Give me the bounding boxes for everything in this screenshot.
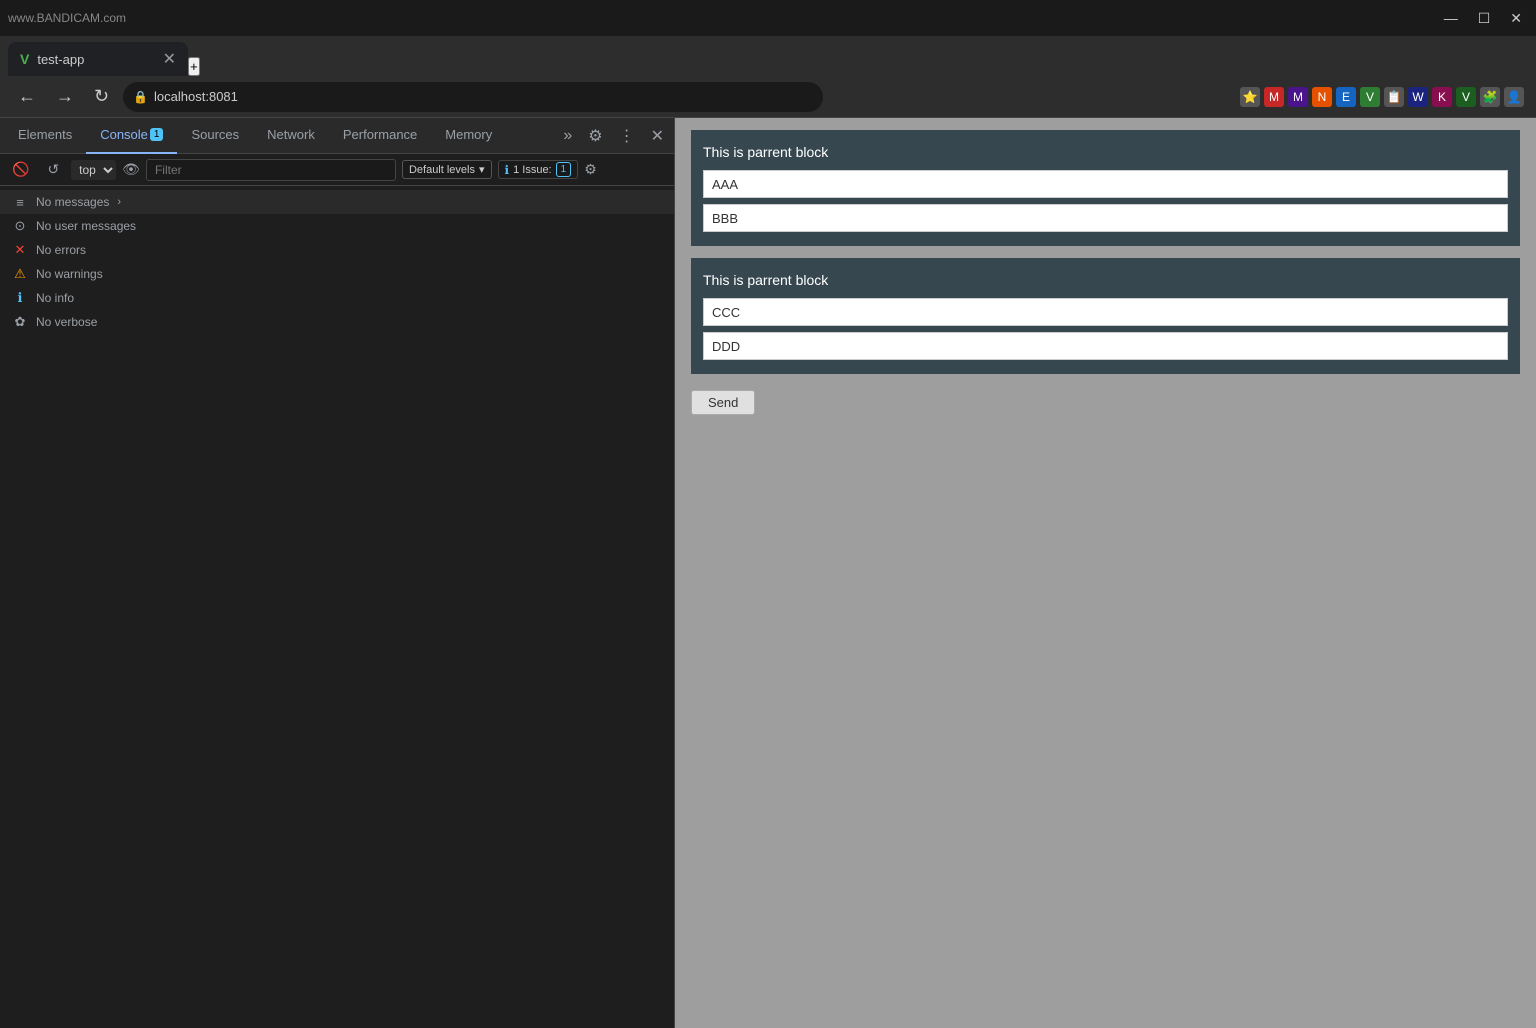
tab-elements[interactable]: Elements (4, 118, 86, 154)
list-item-no-user-messages[interactable]: ⊙ No user messages (0, 214, 674, 238)
ext-icon-7[interactable]: W (1408, 87, 1428, 107)
tab-performance-label: Performance (343, 127, 417, 142)
issue-info-icon: ℹ (505, 163, 510, 177)
title-bar: www.BANDICAM.com — ☐ ✕ (0, 0, 1536, 36)
error-icon: ✕ (12, 242, 28, 258)
reload-button[interactable]: ↻ (88, 82, 115, 111)
ext-icon-4[interactable]: N (1312, 87, 1332, 107)
main-content: Elements Console 1 Sources Network Perfo… (0, 118, 1536, 1028)
address-text: localhost:8081 (154, 89, 238, 104)
browser-window: www.BANDICAM.com — ☐ ✕ V test-app ✕ + ← … (0, 0, 1536, 118)
window-controls: — ☐ ✕ (1438, 8, 1528, 29)
messages-icon: ≡ (12, 194, 28, 210)
title-bar-text: www.BANDICAM.com (8, 11, 1430, 25)
chevron-down-icon: ▾ (479, 163, 485, 176)
devtools-panel: Elements Console 1 Sources Network Perfo… (0, 118, 675, 1028)
list-item-no-messages[interactable]: ≡ No messages › (0, 190, 674, 214)
more-tabs-button[interactable]: » (557, 123, 578, 149)
default-levels-label: Default levels (409, 164, 475, 176)
no-messages-label: No messages (36, 195, 109, 209)
no-warnings-label: No warnings (36, 267, 103, 281)
list-item-no-errors[interactable]: ✕ No errors (0, 238, 674, 262)
ext-icon-green[interactable]: V (1360, 87, 1380, 107)
ext-icon-8[interactable]: K (1432, 87, 1452, 107)
ext-icon-9[interactable]: V (1456, 87, 1476, 107)
context-selector[interactable]: top (71, 160, 116, 180)
tab-network-label: Network (267, 127, 315, 142)
maximize-button[interactable]: ☐ (1472, 8, 1497, 29)
tab-elements-label: Elements (18, 127, 72, 142)
block2-input-ccc[interactable] (703, 298, 1508, 326)
send-button[interactable]: Send (691, 390, 755, 415)
user-icon: ⊙ (12, 218, 28, 234)
ext-icon-puzzle[interactable]: 🧩 (1480, 87, 1500, 107)
block1-input-bbb[interactable] (703, 204, 1508, 232)
parent-block-2-title: This is parrent block (703, 272, 1508, 288)
issue-count-badge: 1 (556, 162, 572, 177)
tab-network[interactable]: Network (253, 118, 329, 154)
console-badge: 1 (150, 128, 164, 141)
ext-icon-5[interactable]: E (1336, 87, 1356, 107)
extensions-area: ⭐ M M N E V 📋 W K V 🧩 👤 (1240, 87, 1524, 107)
tab-memory[interactable]: Memory (431, 118, 506, 154)
tab-performance[interactable]: Performance (329, 118, 431, 154)
default-levels-selector[interactable]: Default levels ▾ (402, 160, 492, 179)
list-item-no-info[interactable]: ℹ No info (0, 286, 674, 310)
lock-icon: 🔒 (133, 90, 148, 104)
no-verbose-label: No verbose (36, 315, 97, 329)
ext-icon-6[interactable]: 📋 (1384, 87, 1404, 107)
ext-icon-person[interactable]: 👤 (1504, 87, 1524, 107)
tab-favicon: V (20, 51, 29, 67)
ext-icon-3[interactable]: M (1288, 87, 1308, 107)
issue-label: 1 Issue: (513, 164, 552, 176)
devtools-settings-button[interactable]: ⚙ (582, 122, 608, 150)
block2-input-ddd[interactable] (703, 332, 1508, 360)
tab-memory-label: Memory (445, 127, 492, 142)
ext-icon-2[interactable]: M (1264, 87, 1284, 107)
preview-content: This is parrent block This is parrent bl… (675, 118, 1536, 1028)
tab-title: test-app (37, 52, 84, 67)
list-item-no-verbose[interactable]: ✿ No verbose (0, 310, 674, 334)
tab-console[interactable]: Console 1 (86, 118, 177, 154)
console-toolbar: 🚫 ↺ top 👁 Default levels ▾ ℹ 1 Issue: 1 … (0, 154, 674, 186)
verbose-icon: ✿ (12, 314, 28, 330)
block1-input-aaa[interactable] (703, 170, 1508, 198)
tab-console-label: Console (100, 127, 148, 142)
new-tab-button[interactable]: + (188, 57, 200, 76)
tab-sources-label: Sources (191, 127, 239, 142)
issues-badge[interactable]: ℹ 1 Issue: 1 (498, 160, 579, 179)
eye-button[interactable]: 👁 (122, 161, 140, 178)
nav-bar: ← → ↻ 🔒 localhost:8081 ⭐ M M N E V 📋 W K… (0, 76, 1536, 118)
devtools-close-button[interactable]: ✕ (645, 122, 670, 150)
ext-icon-1[interactable]: ⭐ (1240, 87, 1260, 107)
arrow-right-icon: › (117, 196, 121, 208)
list-item-no-warnings[interactable]: ⚠ No warnings (0, 262, 674, 286)
website-preview: This is parrent block This is parrent bl… (675, 118, 1536, 1028)
console-settings-button[interactable]: ⚙ (584, 161, 597, 178)
minimize-button[interactable]: — (1438, 8, 1464, 28)
parent-block-1-title: This is parrent block (703, 144, 1508, 160)
no-info-label: No info (36, 291, 74, 305)
no-user-messages-label: No user messages (36, 219, 136, 233)
refresh-console-button[interactable]: ↺ (41, 159, 65, 180)
tab-bar: V test-app ✕ + (0, 36, 1536, 76)
close-window-button[interactable]: ✕ (1504, 8, 1528, 29)
browser-tab[interactable]: V test-app ✕ (8, 42, 188, 76)
devtools-tab-actions: » ⚙ ⋮ ✕ (557, 122, 670, 150)
forward-button[interactable]: → (50, 82, 80, 111)
devtools-tab-bar: Elements Console 1 Sources Network Perfo… (0, 118, 674, 154)
parent-block-1: This is parrent block (691, 130, 1520, 246)
parent-block-2: This is parrent block (691, 258, 1520, 374)
warning-icon: ⚠ (12, 266, 28, 282)
tab-sources[interactable]: Sources (177, 118, 253, 154)
info-icon: ℹ (12, 290, 28, 306)
back-button[interactable]: ← (12, 82, 42, 111)
console-messages-panel: ≡ No messages › ⊙ No user messages ✕ No … (0, 186, 674, 1028)
address-bar[interactable]: 🔒 localhost:8081 (123, 82, 823, 112)
clear-console-button[interactable]: 🚫 (6, 159, 35, 180)
tab-close-button[interactable]: ✕ (163, 49, 176, 69)
filter-input[interactable] (146, 159, 396, 181)
no-errors-label: No errors (36, 243, 86, 257)
devtools-more-button[interactable]: ⋮ (613, 122, 641, 150)
